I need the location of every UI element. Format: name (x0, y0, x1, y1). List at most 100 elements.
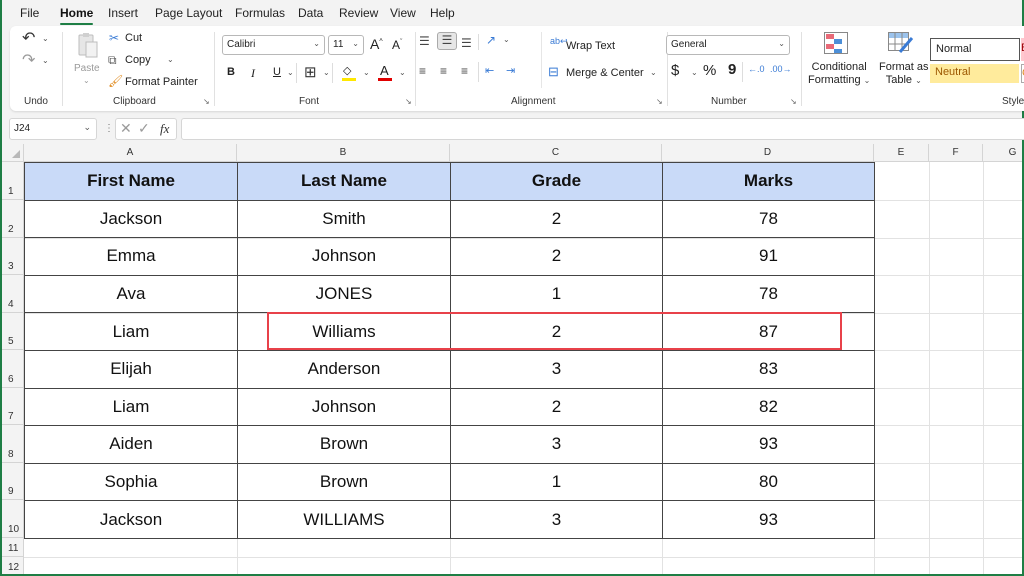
tab-insert[interactable]: Insert (108, 6, 138, 20)
tab-view[interactable]: View (390, 6, 416, 20)
cell[interactable]: Williams (237, 312, 451, 351)
orientation-icon[interactable]: ↗ (486, 33, 496, 47)
number-format-select[interactable]: General ⌄ (666, 35, 790, 55)
undo-dropdown-icon[interactable]: ⌄ (42, 34, 49, 43)
fill-color-icon[interactable]: ◇ (342, 64, 356, 81)
copy-dropdown-icon[interactable]: ⌄ (167, 55, 174, 64)
cell[interactable]: Brown (237, 425, 451, 464)
cell[interactable]: 87 (662, 312, 875, 351)
row-header-9[interactable]: 9 (2, 462, 24, 500)
cell[interactable]: JONES (237, 274, 451, 314)
redo-icon[interactable]: ↷ (22, 50, 35, 70)
bold-button[interactable]: B (227, 66, 235, 78)
format-painter-button[interactable]: Format Painter (125, 76, 198, 88)
cell[interactable]: 2 (450, 199, 663, 239)
cell[interactable]: Liam (24, 387, 238, 427)
row-header-11[interactable]: 11 (2, 538, 24, 557)
cell[interactable]: 2 (450, 237, 663, 276)
bottom-align-icon[interactable]: ☰ (461, 36, 472, 50)
insert-function-button[interactable]: fx (160, 121, 169, 137)
cell[interactable]: 3 (450, 500, 663, 539)
orientation-dropdown-icon[interactable]: ⌄ (503, 35, 510, 44)
cell[interactable]: 3 (450, 349, 663, 389)
column-header-e[interactable]: E (874, 144, 929, 162)
align-left-icon[interactable]: ≡ (419, 64, 426, 78)
worksheet-grid[interactable]: A B C D E F G 1 2 3 4 5 6 7 8 9 10 11 12… (2, 144, 1022, 574)
currency-button[interactable]: $ (671, 62, 679, 79)
cell[interactable]: 3 (450, 425, 663, 464)
cell[interactable]: 1 (450, 274, 663, 314)
row-header-1[interactable]: 1 (2, 162, 24, 200)
row-header-10[interactable]: 10 (2, 500, 24, 538)
merge-center-button[interactable]: Merge & Center (566, 67, 644, 79)
percent-button[interactable]: % (703, 62, 716, 79)
font-color-dropdown-icon[interactable]: ⌄ (399, 68, 406, 77)
decrease-decimal-icon[interactable]: .00→ (770, 64, 792, 74)
alignment-launcher-icon[interactable]: ↘ (656, 97, 663, 106)
merge-center-dropdown-icon[interactable]: ⌄ (650, 68, 657, 77)
top-align-icon[interactable]: ☰ (419, 34, 430, 48)
tab-page-layout[interactable]: Page Layout (155, 6, 222, 20)
header-cell-first-name[interactable]: First Name (24, 162, 238, 201)
italic-button[interactable]: I (251, 66, 255, 81)
font-color-icon[interactable]: A (378, 63, 392, 81)
header-cell-marks[interactable]: Marks (662, 162, 875, 201)
column-header-a[interactable]: A (24, 144, 237, 162)
tab-file[interactable]: File (20, 6, 39, 20)
currency-dropdown-icon[interactable]: ⌄ (691, 68, 698, 77)
name-box[interactable]: J24 ⌄ (9, 118, 97, 140)
cell[interactable]: 78 (662, 199, 875, 239)
number-launcher-icon[interactable]: ↘ (790, 97, 797, 106)
select-all-button[interactable] (2, 144, 24, 162)
cell[interactable]: Johnson (237, 387, 451, 427)
font-name-select[interactable]: Calibri ⌄ (222, 35, 325, 55)
cell[interactable]: Emma (24, 237, 238, 276)
formula-input[interactable] (181, 118, 1024, 140)
row-header-12[interactable]: 12 (2, 557, 24, 574)
column-header-d[interactable]: D (662, 144, 874, 162)
cell[interactable]: 83 (662, 349, 875, 389)
copy-button[interactable]: Copy (125, 54, 151, 66)
cell[interactable]: 91 (662, 237, 875, 276)
cell[interactable]: Elijah (24, 349, 238, 389)
cell[interactable]: Liam (24, 312, 238, 351)
column-header-g[interactable]: G (983, 144, 1022, 162)
conditional-formatting-button[interactable]: Conditional Formatting ⌄ (808, 61, 870, 87)
column-header-b[interactable]: B (237, 144, 450, 162)
row-header-6[interactable]: 6 (2, 350, 24, 388)
comma-style-button[interactable]: 9 (728, 61, 736, 78)
underline-button[interactable]: U (273, 66, 281, 78)
cell[interactable]: Aiden (24, 425, 238, 464)
cell[interactable]: Sophia (24, 462, 238, 502)
column-header-f[interactable]: F (929, 144, 983, 162)
tab-data[interactable]: Data (298, 6, 323, 20)
row-header-5[interactable]: 5 (2, 312, 24, 350)
increase-decimal-icon[interactable]: ←.0 (748, 64, 765, 74)
cell[interactable]: 1 (450, 462, 663, 502)
row-header-3[interactable]: 3 (2, 237, 24, 275)
cell[interactable]: Jackson (24, 199, 238, 239)
decrease-font-size-button[interactable]: Aˇ (392, 38, 402, 52)
style-normal[interactable]: Normal (930, 38, 1020, 61)
cell[interactable]: Ava (24, 274, 238, 314)
increase-indent-icon[interactable]: ⇥ (506, 64, 515, 77)
cell[interactable]: 93 (662, 425, 875, 464)
cut-button[interactable]: Cut (125, 32, 142, 44)
fill-color-dropdown-icon[interactable]: ⌄ (363, 68, 370, 77)
cell[interactable]: Anderson (237, 349, 451, 389)
cell[interactable]: 82 (662, 387, 875, 427)
tab-review[interactable]: Review (339, 6, 378, 20)
style-neutral[interactable]: Neutral (930, 64, 1019, 83)
paste-icon[interactable] (77, 32, 99, 60)
borders-dropdown-icon[interactable]: ⌄ (323, 68, 330, 77)
align-right-icon[interactable]: ≡ (461, 64, 468, 78)
clipboard-launcher-icon[interactable]: ↘ (203, 97, 210, 106)
header-cell-last-name[interactable]: Last Name (237, 162, 451, 201)
paste-button[interactable]: Paste (74, 63, 100, 74)
cell[interactable]: 2 (450, 387, 663, 427)
tab-formulas[interactable]: Formulas (235, 6, 285, 20)
cell[interactable]: Smith (237, 199, 451, 239)
middle-align-icon[interactable]: ☰ (437, 32, 457, 50)
tab-help[interactable]: Help (430, 6, 455, 20)
wrap-text-button[interactable]: Wrap Text (566, 40, 615, 52)
